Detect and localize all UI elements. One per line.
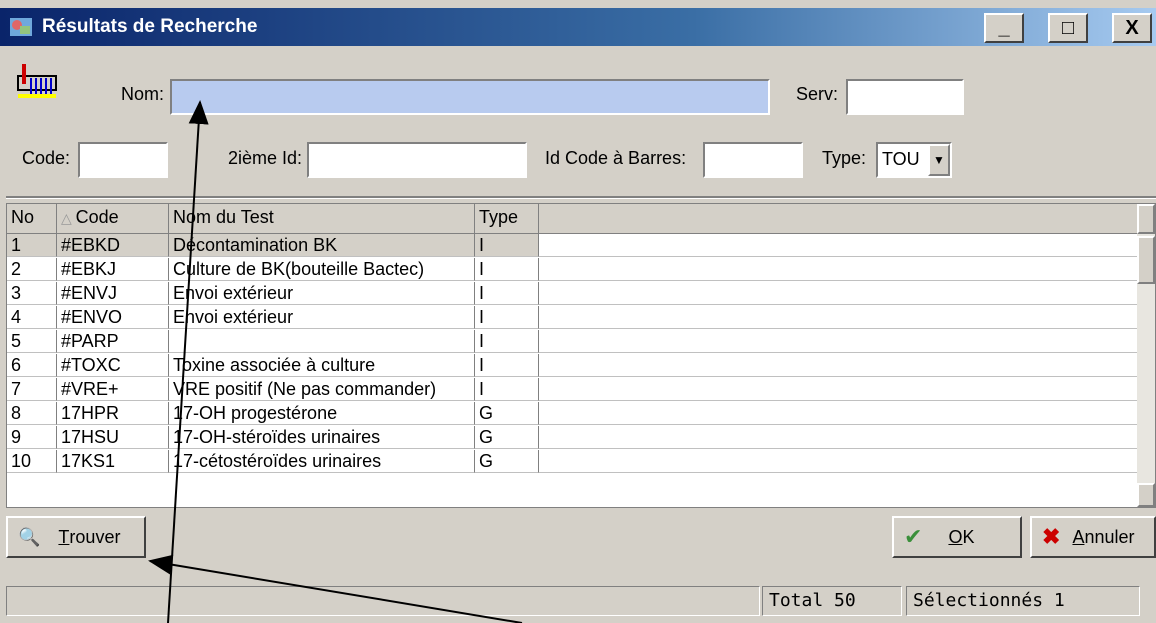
arrow-to-find-button <box>148 554 523 623</box>
arrow-to-nom-field <box>167 100 209 623</box>
search-results-window: Résultats de Recherche _ □ X Nom: Serv: … <box>0 0 1156 623</box>
annotation-arrows <box>148 100 523 623</box>
